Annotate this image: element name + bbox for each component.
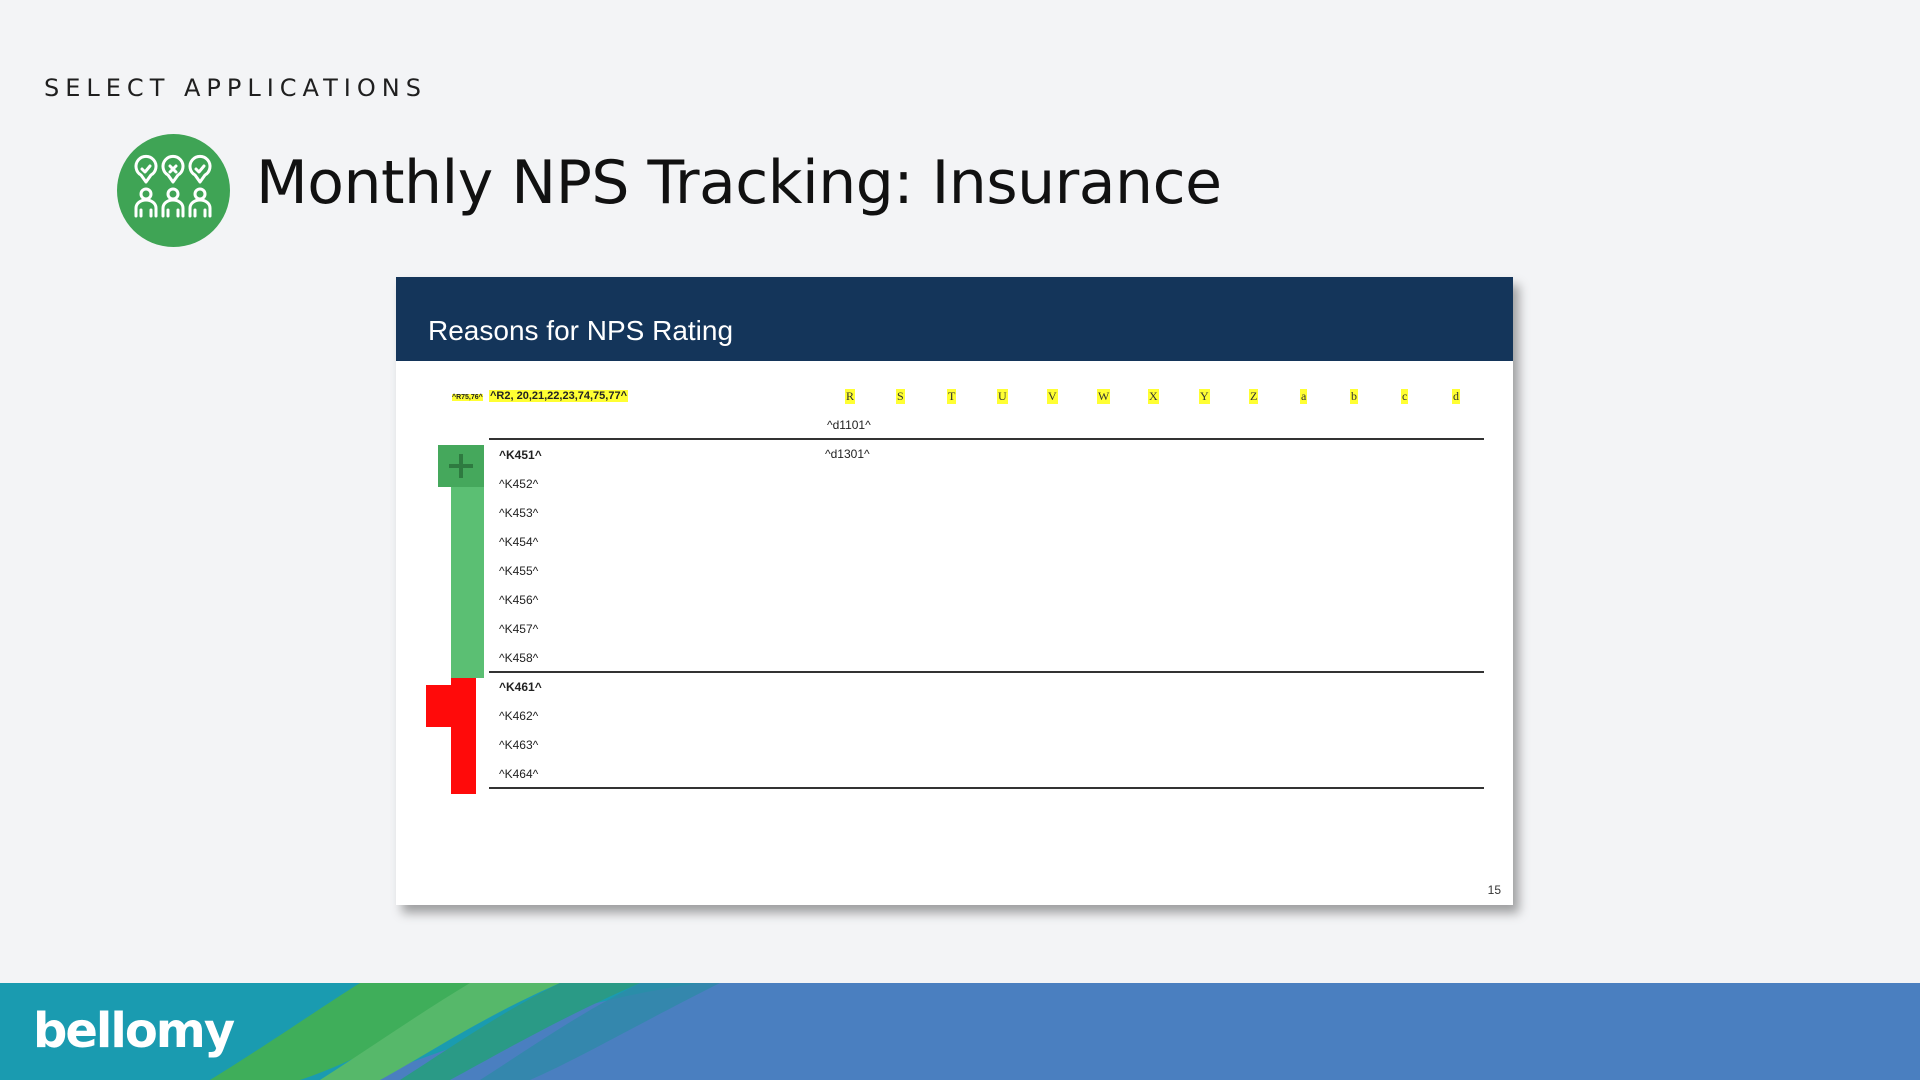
filter-code-main: ^R2, 20,21,22,23,74,75,77^ [489,390,629,402]
column-letter: b [1350,389,1358,404]
column-letter: c [1401,389,1409,404]
reference-code: ^d1301^ [825,447,870,461]
negative-bar [451,678,476,794]
column-letter: d [1452,389,1460,404]
negative-row-label: ^K463^ [499,738,539,752]
positive-row-label: ^K452^ [499,477,539,491]
column-letter: U [997,389,1008,404]
column-letter: V [1047,389,1058,404]
positive-row-label: ^K454^ [499,535,539,549]
positive-row-label: ^K455^ [499,564,539,578]
slide-title: Reasons for NPS Rating [428,315,734,346]
bellomy-logo: bellomy [33,1003,235,1059]
column-letter: Z [1249,389,1259,404]
divider-rule [489,438,1484,440]
column-letter: R [845,389,856,404]
plus-icon [438,445,484,487]
column-letter: W [1097,389,1111,404]
column-letter: X [1148,389,1159,404]
positive-row-label: ^K451^ [499,448,542,462]
negative-row-label: ^K461^ [499,680,542,694]
section-eyebrow: SELECT APPLICATIONS [44,74,427,102]
column-letter: Y [1199,389,1210,404]
positive-row-label: ^K458^ [499,651,539,665]
negative-row-label: ^K464^ [499,767,539,781]
embedded-slide: Reasons for NPS Rating ^R75,76^ ^R2, 20,… [396,277,1513,905]
negative-row-label: ^K462^ [499,709,539,723]
divider-rule [489,671,1484,673]
voting-people-icon [117,134,230,247]
column-letter: S [896,389,905,404]
page-title: Monthly NPS Tracking: Insurance [256,148,1222,218]
divider-rule [489,787,1484,789]
positive-row-label: ^K456^ [499,593,539,607]
column-letter: a [1300,389,1308,404]
footer-band [0,983,1920,1080]
minus-icon [426,685,452,727]
positive-row-label: ^K453^ [499,506,539,520]
slide-header: Reasons for NPS Rating [396,277,1513,361]
reference-code: ^d1101^ [827,418,871,432]
column-letter: T [947,389,957,404]
slide-page-number: 15 [1487,883,1501,897]
positive-row-label: ^K457^ [499,622,539,636]
filter-code-small: ^R75,76^ [452,394,483,401]
